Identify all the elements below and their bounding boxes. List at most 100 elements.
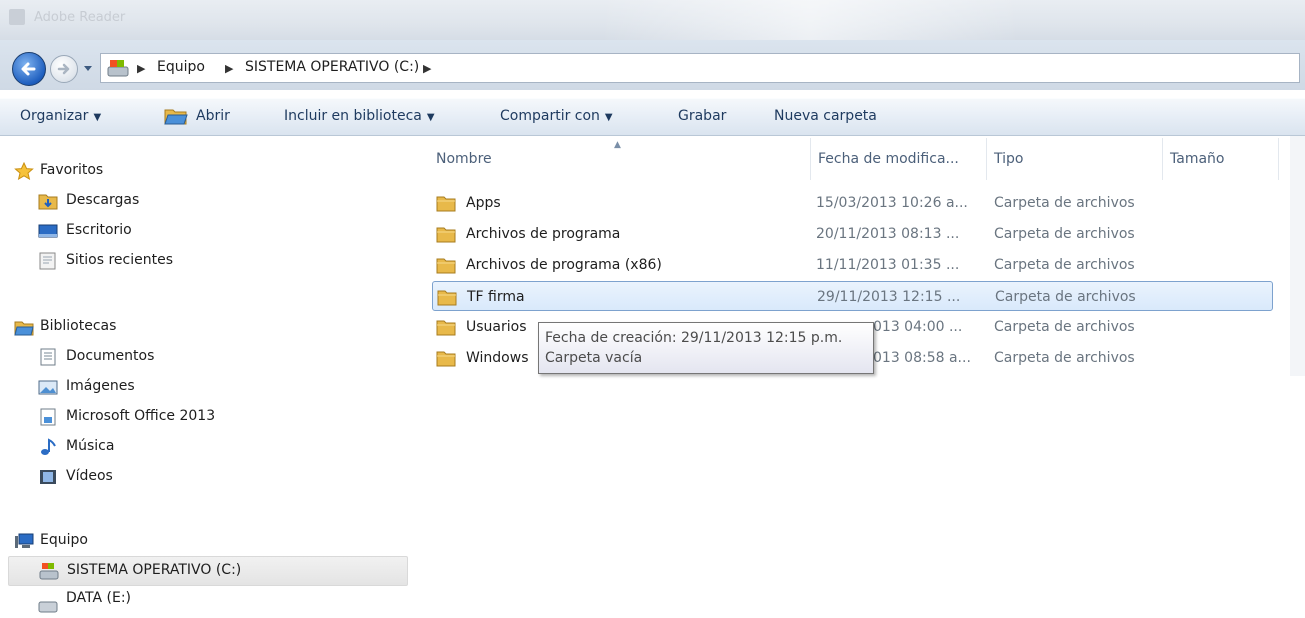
- folder-icon: [436, 196, 456, 212]
- nav-item-label: Descargas: [66, 192, 140, 208]
- nav-item-escritorio[interactable]: Escritorio: [0, 216, 410, 246]
- open-button[interactable]: Abrir: [196, 108, 230, 124]
- forward-button[interactable]: [50, 55, 78, 83]
- column-divider[interactable]: [1162, 138, 1163, 180]
- nav-item-label: Escritorio: [66, 222, 132, 238]
- file-type: Carpeta de archivos: [994, 226, 1135, 242]
- file-date: 15/03/2013 10:26 a...: [816, 195, 968, 211]
- nav-item-descargas[interactable]: Descargas: [0, 186, 410, 216]
- star-icon: [14, 162, 34, 180]
- new-folder-button[interactable]: Nueva carpeta: [774, 108, 877, 124]
- nav-bibliotecas[interactable]: Bibliotecas: [0, 312, 410, 342]
- music-icon: [41, 438, 56, 455]
- back-arrow-icon: [21, 62, 36, 76]
- nav-item-imagenes[interactable]: Imágenes: [0, 372, 410, 402]
- address-field[interactable]: ▶ Equipo ▶ SISTEMA OPERATIVO (C:) ▶: [100, 53, 1300, 83]
- breadcrumb-separator-icon[interactable]: ▶: [423, 62, 431, 75]
- list-item[interactable]: Apps 15/03/2013 10:26 a... Carpeta de ar…: [432, 188, 1273, 218]
- system-drive-icon: [39, 563, 59, 580]
- nav-item-label: Sitios recientes: [66, 252, 173, 268]
- nav-item-microsoft-office[interactable]: Microsoft Office 2013: [0, 402, 410, 432]
- title-bar: Adobe Reader: [0, 0, 1305, 40]
- sort-ascending-icon: ▲: [614, 140, 621, 150]
- file-type: Carpeta de archivos: [994, 257, 1135, 273]
- nav-item-label: Documentos: [66, 348, 155, 364]
- data-drive-icon: [38, 601, 58, 613]
- nav-equipo[interactable]: Equipo: [0, 526, 410, 556]
- breadcrumb-item-drive[interactable]: SISTEMA OPERATIVO (C:): [245, 59, 419, 75]
- office-library-icon: [40, 408, 56, 426]
- nav-item-label: Imágenes: [66, 378, 135, 394]
- column-header-name[interactable]: Nombre: [436, 151, 492, 167]
- file-name: Usuarios: [466, 319, 527, 335]
- nav-bibliotecas-label: Bibliotecas: [40, 318, 117, 334]
- libraries-icon: [14, 321, 34, 336]
- file-date: 29/11/2013 12:15 ...: [817, 289, 961, 305]
- organize-button[interactable]: Organizar ▼: [20, 108, 101, 124]
- dropdown-caret-icon: ▼: [604, 112, 613, 123]
- folder-icon: [436, 351, 456, 367]
- documents-icon: [40, 348, 56, 366]
- list-item[interactable]: Archivos de programa (x86) 11/11/2013 01…: [432, 250, 1273, 280]
- back-button[interactable]: [12, 52, 46, 86]
- navigation-pane: Favoritos Descargas Escritorio Sitios re…: [0, 136, 412, 613]
- folder-info-tooltip: Fecha de creación: 29/11/2013 12:15 p.m.…: [538, 322, 874, 374]
- organize-label: Organizar: [20, 108, 89, 124]
- breadcrumb-separator-icon[interactable]: ▶: [137, 62, 145, 75]
- file-date: 11/11/2013 01:35 ...: [816, 257, 960, 273]
- nav-item-label: Vídeos: [66, 468, 113, 484]
- share-label: Compartir con: [500, 108, 600, 124]
- forward-arrow-icon: [57, 63, 70, 75]
- file-type: Carpeta de archivos: [994, 319, 1135, 335]
- videos-icon: [40, 470, 56, 484]
- nav-item-videos[interactable]: Vídeos: [0, 462, 410, 492]
- nav-item-data-drive[interactable]: DATA (E:): [0, 588, 410, 618]
- open-icon[interactable]: [164, 106, 188, 126]
- downloads-icon: [38, 194, 58, 210]
- nav-item-sistema-operativo[interactable]: SISTEMA OPERATIVO (C:): [8, 556, 408, 586]
- folder-icon: [436, 320, 456, 336]
- list-item[interactable]: Archivos de programa 20/11/2013 08:13 ..…: [432, 219, 1273, 249]
- folder-icon: [436, 258, 456, 274]
- folder-icon: [436, 227, 456, 243]
- desktop-icon: [38, 224, 58, 238]
- nav-item-label: SISTEMA OPERATIVO (C:): [67, 562, 242, 578]
- breadcrumb-separator-icon[interactable]: ▶: [225, 62, 233, 75]
- recent-pages-dropdown-icon[interactable]: [82, 62, 94, 74]
- column-header-date[interactable]: Fecha de modifica...: [818, 151, 959, 167]
- window-title: Adobe Reader: [34, 10, 126, 25]
- file-date: 013 08:58 a...: [873, 350, 971, 366]
- column-divider[interactable]: [810, 138, 811, 180]
- burn-button[interactable]: Grabar: [678, 108, 726, 124]
- share-button[interactable]: Compartir con ▼: [500, 108, 613, 124]
- pictures-icon: [38, 380, 58, 395]
- nav-equipo-label: Equipo: [40, 532, 88, 548]
- folder-icon: [437, 290, 457, 306]
- column-divider[interactable]: [1278, 138, 1279, 180]
- nav-item-label: DATA (E:): [66, 590, 132, 606]
- dropdown-caret-icon: ▼: [426, 112, 435, 123]
- include-library-label: Incluir en biblioteca: [284, 108, 422, 124]
- file-name: TF firma: [467, 289, 525, 305]
- file-name: Windows: [466, 350, 529, 366]
- app-icon: [9, 9, 25, 25]
- column-divider[interactable]: [986, 138, 987, 180]
- include-library-button[interactable]: Incluir en biblioteca ▼: [284, 108, 435, 124]
- nav-item-musica[interactable]: Música: [0, 432, 410, 462]
- column-header-type[interactable]: Tipo: [994, 151, 1023, 167]
- nav-favorites[interactable]: Favoritos: [0, 156, 410, 186]
- tooltip-created-date: Fecha de creación: 29/11/2013 12:15 p.m.: [545, 330, 843, 346]
- file-name: Archivos de programa (x86): [466, 257, 662, 273]
- content-edge: [1290, 136, 1305, 376]
- nav-item-sitios-recientes[interactable]: Sitios recientes: [0, 246, 410, 276]
- list-item-selected[interactable]: TF firma 29/11/2013 12:15 ... Carpeta de…: [432, 281, 1273, 311]
- drive-icon: [107, 60, 129, 77]
- file-name: Archivos de programa: [466, 226, 621, 242]
- breadcrumb-item-equipo[interactable]: Equipo: [157, 59, 205, 75]
- nav-item-documentos[interactable]: Documentos: [0, 342, 410, 372]
- file-type: Carpeta de archivos: [995, 289, 1136, 305]
- file-type: Carpeta de archivos: [994, 350, 1135, 366]
- tooltip-folder-status: Carpeta vacía: [545, 350, 643, 366]
- column-header-size[interactable]: Tamaño: [1170, 151, 1224, 167]
- file-type: Carpeta de archivos: [994, 195, 1135, 211]
